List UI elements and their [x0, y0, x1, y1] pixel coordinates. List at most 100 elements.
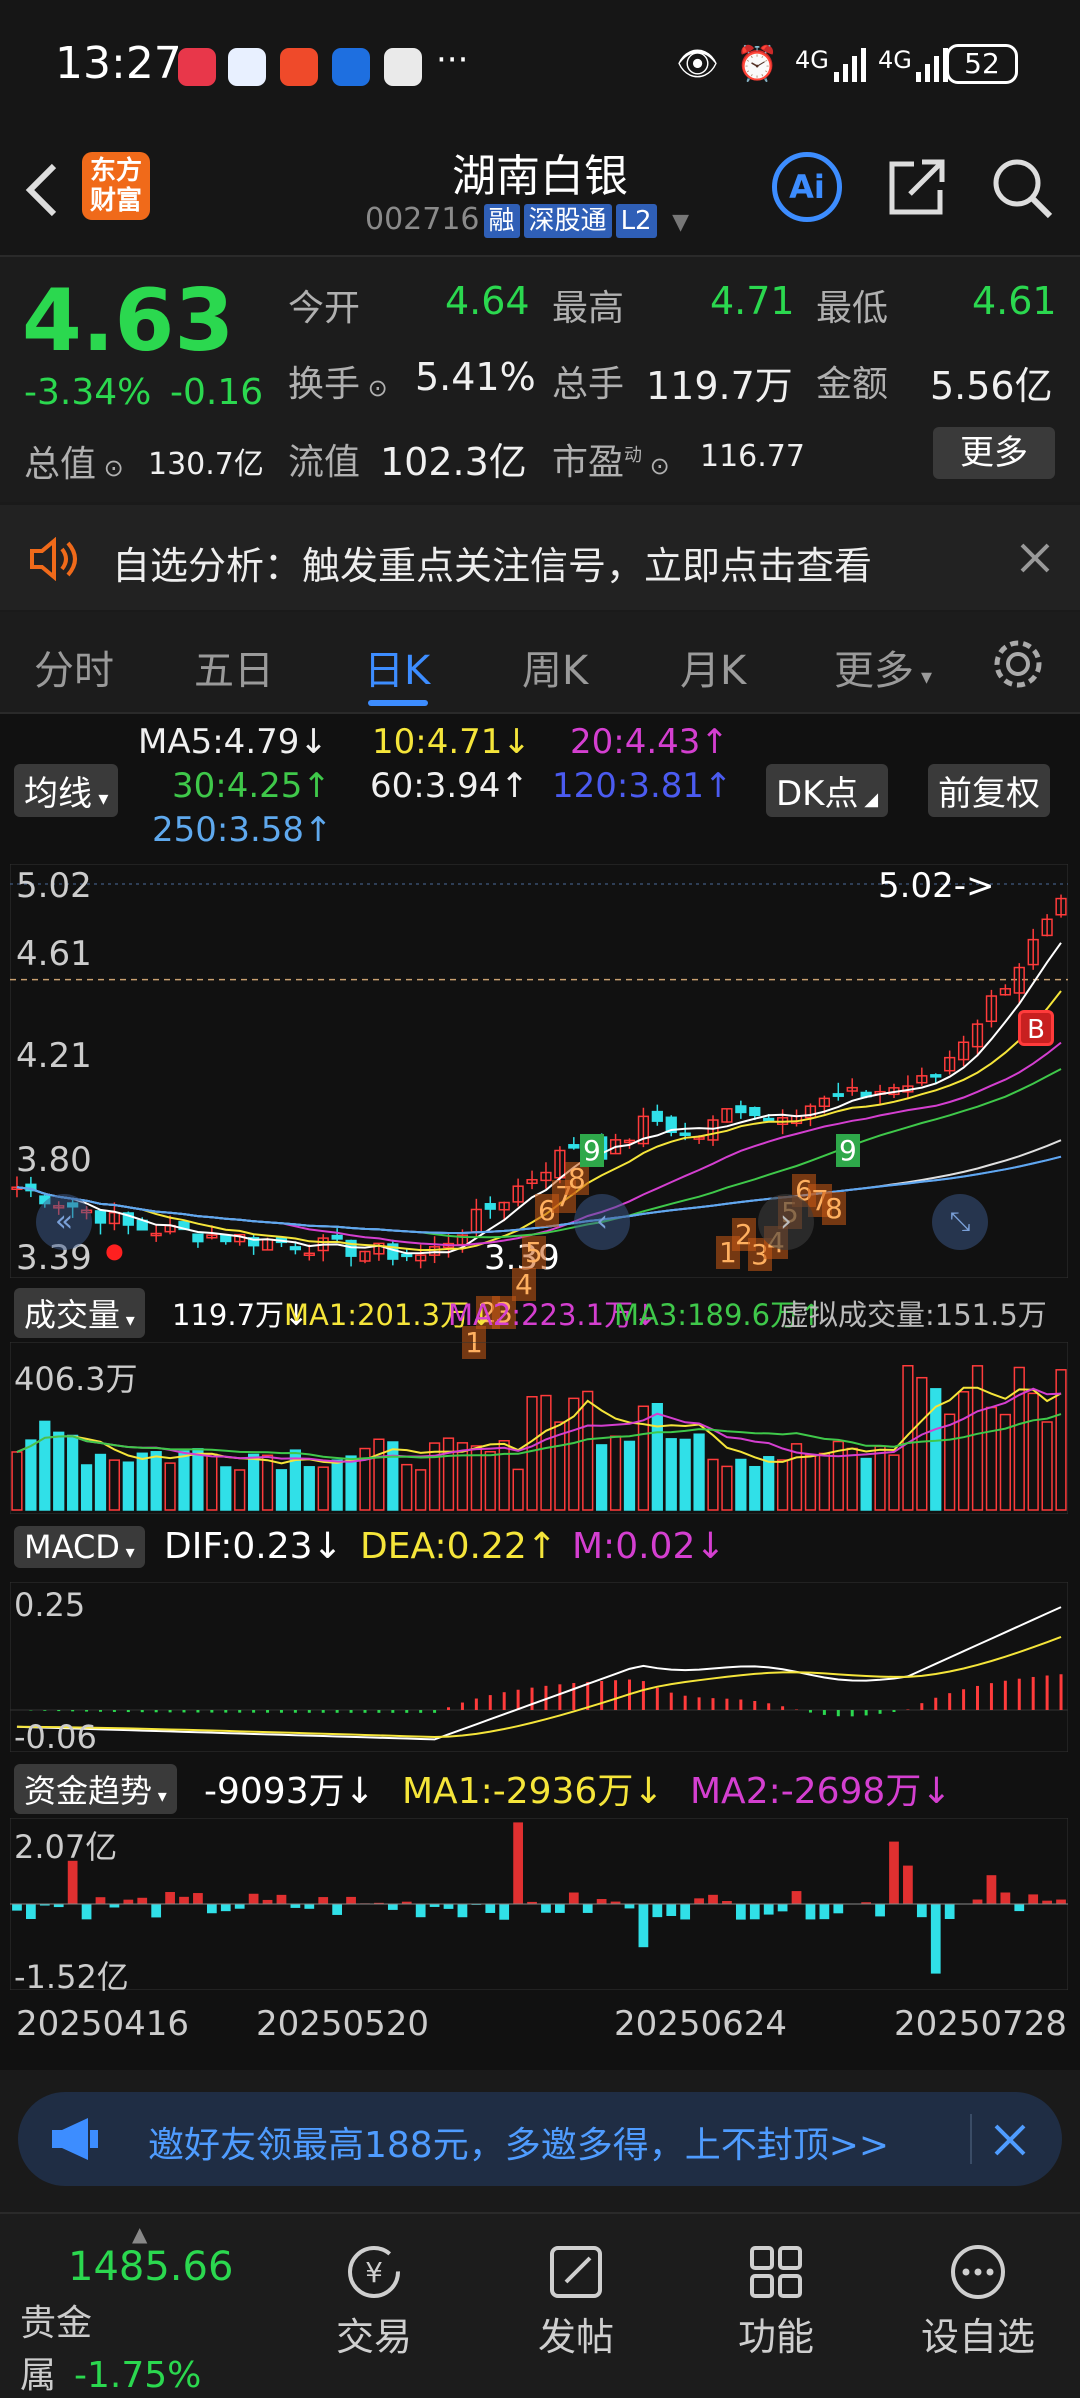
volume-chart[interactable]: [10, 1342, 1068, 1514]
fund-y-bottom: -1.52亿: [14, 1952, 129, 1998]
volume-selector[interactable]: 成交量 ▾: [14, 1288, 145, 1338]
volume-bar: [277, 1470, 287, 1510]
volume-bar: [444, 1438, 454, 1510]
candle-body: [485, 1204, 495, 1209]
volume-bar: [402, 1465, 412, 1510]
fund-bar: [513, 1822, 523, 1904]
fund-bar: [889, 1842, 899, 1904]
expand-icon[interactable]: ⤡: [932, 1194, 988, 1250]
ma250-label: 250:3.58↑: [152, 810, 333, 850]
volume-bar: [12, 1452, 22, 1510]
invite-banner[interactable]: 邀好友领最高188元，多邀多得，上不封顶>>: [18, 2092, 1062, 2186]
high-marker: 5.02->: [878, 866, 994, 906]
volume-bar: [722, 1466, 732, 1510]
close-icon[interactable]: [1018, 541, 1052, 575]
chart-area[interactable]: MA5:4.79↓ 10:4.71↓ 20:4.43↑ 均线 ▾ 30:4.25…: [0, 714, 1080, 2070]
megaphone-icon: [48, 2116, 104, 2162]
volume-value: 119.7万: [646, 355, 793, 410]
date-label: 20250416: [16, 2004, 189, 2044]
svg-text:¥: ¥: [365, 2256, 383, 2289]
fund-bar: [263, 1900, 273, 1904]
fund-bar: [499, 1904, 509, 1920]
float-value: 102.3亿: [380, 431, 527, 486]
close-icon[interactable]: [992, 2122, 1028, 2158]
back-arrow-icon[interactable]: [22, 160, 62, 220]
fund-bar: [96, 1897, 106, 1904]
tab-intraday[interactable]: 分时: [34, 638, 114, 696]
fund-bar: [903, 1866, 913, 1904]
fund-bar: [1014, 1904, 1024, 1911]
scroll-left-icon[interactable]: «: [36, 1194, 92, 1250]
macd-y-bottom: -0.06: [14, 1718, 97, 1756]
more-notifications-icon: ···: [436, 40, 468, 80]
fund-ma2: MA2:-2698万↓: [690, 1762, 952, 1814]
volume-bar: [318, 1467, 328, 1510]
tab-weekly-k[interactable]: 周K: [522, 638, 588, 696]
fund-chart[interactable]: [10, 1818, 1068, 1990]
volume-label: 总手: [552, 355, 624, 407]
volume-bar: [68, 1435, 78, 1510]
fund-selector[interactable]: 资金趋势 ▾: [14, 1764, 177, 1814]
candle-body: [332, 1236, 342, 1239]
volume-bar: [123, 1462, 133, 1510]
alarm-icon: ⏰: [736, 44, 778, 84]
fund-bar: [917, 1904, 927, 1917]
search-icon[interactable]: [990, 156, 1054, 220]
trade-icon: ¥: [342, 2242, 406, 2302]
nav-trade[interactable]: ¥ 交易: [274, 2214, 474, 2361]
invite-text: 邀好友领最高188元，多邀多得，上不封顶>>: [148, 2116, 889, 2168]
tab-more[interactable]: 更多 ▾: [834, 638, 932, 696]
speaker-icon: [28, 537, 82, 581]
macd-selector[interactable]: MACD ▾: [14, 1526, 145, 1568]
count-label: 5: [522, 1236, 546, 1269]
more-button[interactable]: 更多: [933, 427, 1055, 479]
macd-chart[interactable]: [10, 1582, 1068, 1752]
more-circle-icon: [946, 2242, 1010, 2302]
buy-signal-badge[interactable]: B: [1018, 1010, 1054, 1046]
adjust-button[interactable]: 前复权: [928, 764, 1050, 817]
volume-bar: [485, 1452, 495, 1510]
fund-bar: [736, 1904, 746, 1920]
dk-points-button[interactable]: DK点 ◢: [766, 764, 888, 817]
alipay-icon: [332, 48, 370, 86]
tab-five-day[interactable]: 五日: [194, 638, 274, 696]
dea-line: [17, 1637, 1061, 1737]
volume-bar: [736, 1460, 746, 1511]
volume-bar: [263, 1455, 273, 1510]
volume-bar: [235, 1470, 245, 1510]
volume-bar: [778, 1460, 788, 1510]
pe-label: 市盈动 ⊙: [552, 433, 670, 485]
chevron-left-icon[interactable]: ‹: [574, 1194, 630, 1250]
signal-icon: [834, 46, 870, 82]
fund-bar: [346, 1897, 356, 1904]
app-icon: [228, 48, 266, 86]
tab-daily-k[interactable]: 日K: [364, 638, 430, 696]
volume-bar: [875, 1446, 885, 1510]
gear-icon[interactable]: [990, 636, 1046, 692]
share-icon[interactable]: [886, 156, 948, 218]
ai-icon[interactable]: Ai: [772, 152, 842, 222]
chevron-right-icon[interactable]: ›: [758, 1194, 814, 1250]
volume-bar: [820, 1453, 830, 1510]
nav-watchlist[interactable]: 设自选: [878, 2214, 1078, 2361]
candle-body: [833, 1094, 843, 1096]
ma-selector[interactable]: 均线 ▾: [14, 764, 118, 817]
fund-bar: [416, 1904, 426, 1917]
volume-bar: [583, 1391, 593, 1510]
fund-bar: [778, 1904, 788, 1911]
fund-bar: [569, 1893, 579, 1904]
nav-functions-label: 功能: [676, 2306, 876, 2361]
volume-bar: [666, 1439, 676, 1510]
volume-bar: [151, 1452, 161, 1510]
candle-body: [931, 1075, 941, 1077]
volume-bar: [54, 1432, 64, 1510]
fund-bar: [987, 1875, 997, 1904]
open-value: 4.64: [445, 279, 530, 323]
tab-monthly-k[interactable]: 月K: [680, 638, 746, 696]
index-ticker[interactable]: ▲ 1485.66 贵金属-1.75%: [20, 2244, 270, 2398]
analysis-alert-bar[interactable]: 自选分析：触发重点关注信号，立即点击查看: [0, 505, 1080, 610]
nav-functions[interactable]: 功能: [676, 2214, 876, 2361]
nav-post[interactable]: 发帖: [476, 2214, 676, 2361]
chevron-down-icon[interactable]: ▼: [672, 210, 689, 235]
clock: 13:27: [55, 38, 182, 89]
